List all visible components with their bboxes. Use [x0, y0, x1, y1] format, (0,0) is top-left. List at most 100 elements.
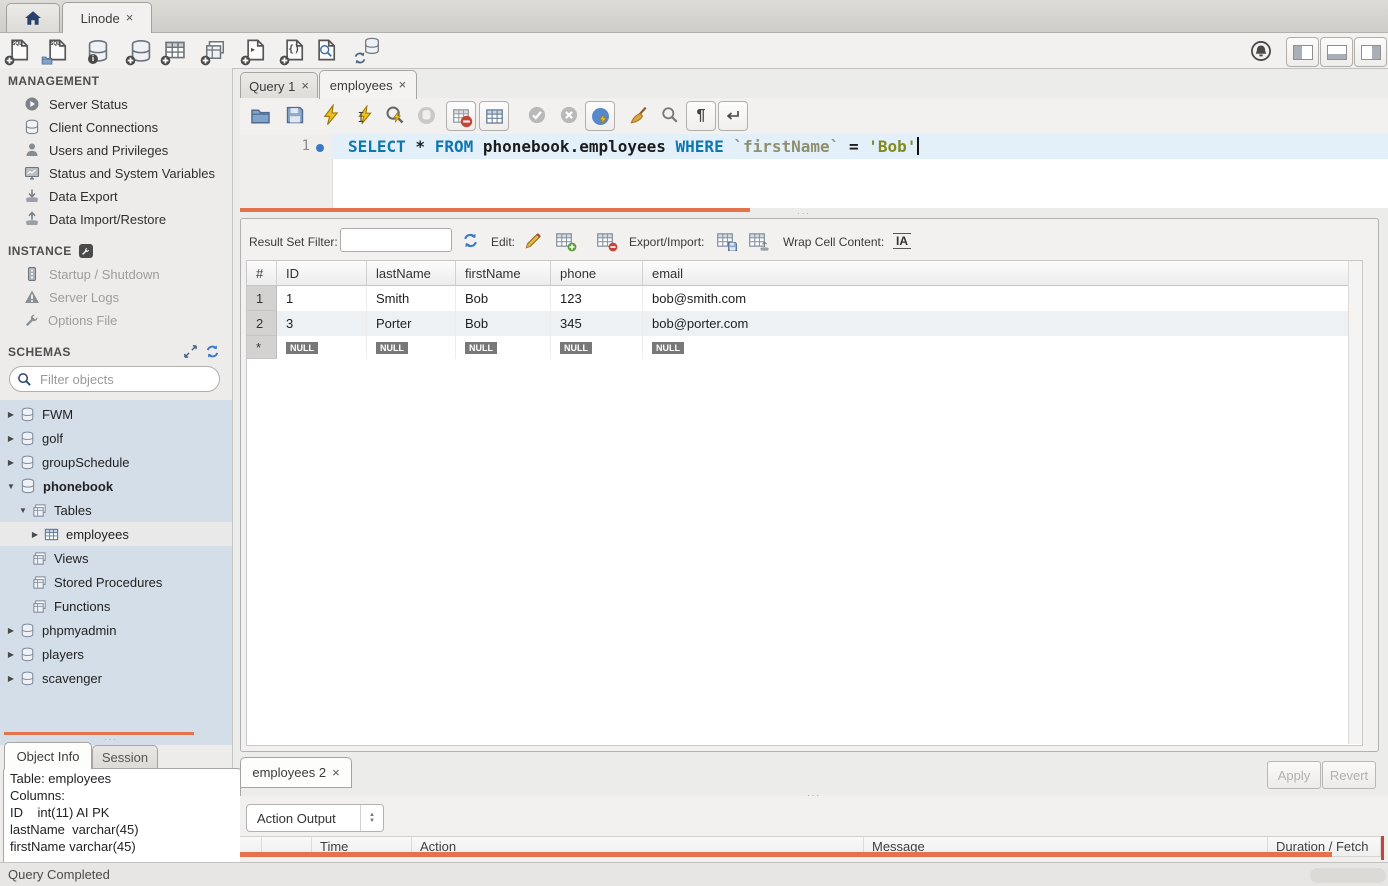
stop-query-button[interactable] [413, 102, 439, 128]
create-schema-button[interactable] [128, 38, 154, 64]
sidebar-item-startup-shutdown[interactable]: Startup / Shutdown [24, 263, 232, 285]
tree-item-schema-phonebook[interactable]: ▼phonebook [0, 474, 232, 498]
tree-item-schema[interactable]: ▶players [0, 642, 232, 666]
tree-item-views[interactable]: Views [0, 546, 232, 570]
cell[interactable]: NULL [551, 336, 643, 359]
column-header[interactable]: ID [277, 261, 367, 286]
edit-record-icon[interactable] [522, 229, 544, 251]
autocommit-toggle[interactable] [585, 101, 615, 131]
open-sql-script-button[interactable]: SQL [45, 38, 71, 64]
cell[interactable]: 123 [551, 286, 643, 311]
tab-employees-2[interactable]: employees 2× [240, 757, 352, 788]
cell[interactable]: Porter [367, 311, 456, 336]
create-table-button[interactable] [163, 38, 189, 64]
create-view-button[interactable] [203, 38, 229, 64]
splitter-grip[interactable]: ··· [104, 735, 118, 744]
apply-button[interactable]: Apply [1267, 761, 1321, 789]
toggle-right-sidebar-button[interactable] [1354, 37, 1387, 67]
sidebar-item-data-export[interactable]: Data Export [24, 185, 232, 207]
commit-button[interactable] [524, 102, 550, 128]
cell[interactable]: Smith [367, 286, 456, 311]
cell[interactable]: bob@porter.com [643, 311, 1349, 336]
close-icon[interactable]: × [301, 81, 309, 91]
tree-item-tables[interactable]: ▼Tables [0, 498, 232, 522]
export-recordset-icon[interactable] [714, 229, 736, 251]
column-header[interactable]: firstName [456, 261, 551, 286]
close-icon[interactable]: × [332, 768, 340, 778]
home-tab[interactable] [6, 3, 60, 32]
alert-icon[interactable] [1248, 38, 1274, 64]
output-type-select[interactable]: Action Output ▲▼ [246, 804, 384, 832]
create-function-button[interactable]: {) [282, 38, 308, 64]
cell[interactable]: NULL [456, 336, 551, 359]
sidebar-item-data-import[interactable]: Data Import/Restore [24, 208, 232, 230]
sidebar-item-server-status[interactable]: Server Status [24, 93, 232, 115]
sidebar-item-users-privileges[interactable]: Users and Privileges [24, 139, 232, 161]
rollback-button[interactable] [556, 102, 582, 128]
cell[interactable]: bob@smith.com [643, 286, 1349, 311]
tab-object-info[interactable]: Object Info [4, 742, 92, 769]
cell[interactable]: 345 [551, 311, 643, 336]
select-spinner-icon[interactable]: ▲▼ [360, 805, 383, 831]
sidebar-item-client-connections[interactable]: Client Connections [24, 116, 232, 138]
save-script-button[interactable] [282, 102, 308, 128]
refresh-results-icon[interactable] [459, 229, 481, 251]
cell[interactable]: NULL [643, 336, 1349, 359]
expand-schemas-icon[interactable] [183, 344, 198, 359]
column-header[interactable]: # [247, 261, 277, 286]
create-procedure-button[interactable]: ▸ [243, 38, 269, 64]
sidebar-item-server-logs[interactable]: Server Logs [24, 286, 232, 308]
open-script-button[interactable] [247, 102, 273, 128]
toggle-bottom-panel-button[interactable] [1320, 37, 1353, 67]
delete-row-icon[interactable] [594, 229, 616, 251]
tree-item-table-employees[interactable]: ▶employees [0, 522, 232, 546]
row-number[interactable]: 2 [247, 311, 277, 336]
column-header[interactable]: phone [551, 261, 643, 286]
close-icon[interactable]: × [399, 80, 407, 90]
tree-item-functions[interactable]: Functions [0, 594, 232, 618]
show-invisibles-toggle[interactable]: ¶ [686, 101, 716, 131]
cell[interactable]: Bob [456, 286, 551, 311]
cell[interactable]: 3 [277, 311, 367, 336]
tree-item-schema[interactable]: ▶FWM [0, 402, 232, 426]
execute-current-statement-button[interactable] [352, 102, 378, 128]
cell[interactable]: 1 [277, 286, 367, 311]
new-query-tab-button[interactable]: SQL [7, 38, 33, 64]
beautify-sql-button[interactable] [625, 102, 651, 128]
row-number[interactable]: 1 [247, 286, 277, 311]
add-row-icon[interactable] [553, 229, 575, 251]
inspect-database-button[interactable]: i [85, 38, 111, 64]
sidebar-item-options-file[interactable]: Options File [24, 309, 232, 331]
result-filter-input[interactable] [340, 228, 452, 252]
wrap-text-toggle[interactable] [718, 101, 748, 131]
cell[interactable]: NULL [277, 336, 367, 359]
tab-session[interactable]: Session [92, 745, 158, 769]
row-number[interactable]: * [247, 336, 277, 359]
tab-employees[interactable]: employees× [319, 70, 417, 99]
cell[interactable]: Bob [456, 311, 551, 336]
revert-button[interactable]: Revert [1322, 761, 1376, 789]
vertical-scrollbar[interactable] [1348, 261, 1362, 744]
stop-on-error-toggle[interactable] [446, 101, 476, 131]
cell[interactable]: NULL [367, 336, 456, 359]
import-records-icon[interactable] [746, 229, 768, 251]
tree-item-schema[interactable]: ▶phpmyadmin [0, 618, 232, 642]
toggle-left-sidebar-button[interactable] [1286, 37, 1319, 67]
find-button[interactable] [657, 102, 683, 128]
tree-item-stored-procedures[interactable]: Stored Procedures [0, 570, 232, 594]
wrap-cell-content-icon[interactable]: IA [893, 233, 911, 249]
tree-item-schema[interactable]: ▶scavenger [0, 666, 232, 690]
close-icon[interactable]: × [126, 13, 134, 23]
refresh-schemas-icon[interactable] [205, 344, 220, 359]
sql-editor[interactable]: 1 SELECT * FROM phonebook.employees WHER… [240, 134, 1388, 208]
explain-query-button[interactable] [382, 102, 408, 128]
tree-item-schema[interactable]: ▶golf [0, 426, 232, 450]
schema-filter-input[interactable] [38, 371, 202, 388]
tab-query-1[interactable]: Query 1× [240, 72, 318, 99]
sql-code-line[interactable]: SELECT * FROM phonebook.employees WHERE … [348, 137, 919, 156]
sidebar-item-status-system-variables[interactable]: Status and System Variables [24, 162, 232, 184]
reconnect-dbms-button[interactable] [354, 38, 380, 64]
search-data-button[interactable] [314, 38, 340, 64]
connection-tab[interactable]: Linode × [62, 2, 152, 33]
splitter-grip[interactable]: ··· [797, 209, 811, 218]
